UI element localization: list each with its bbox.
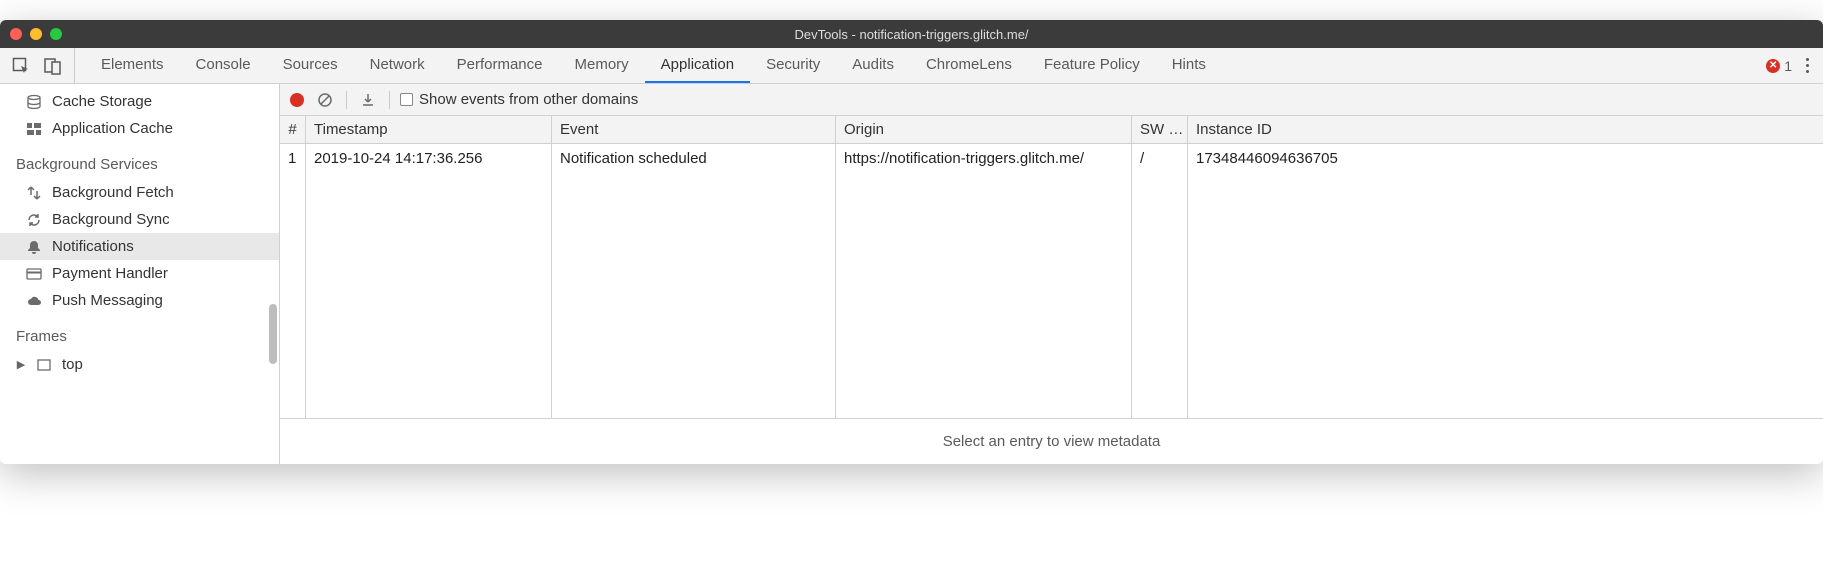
sidebar-item-label: Payment Handler	[52, 265, 168, 282]
tab-hints[interactable]: Hints	[1156, 48, 1222, 83]
main-tabbar: Elements Console Sources Network Perform…	[0, 48, 1823, 84]
more-menu-icon[interactable]	[1802, 54, 1813, 77]
tab-performance[interactable]: Performance	[441, 48, 559, 83]
tab-feature-policy[interactable]: Feature Policy	[1028, 48, 1156, 83]
traffic-lights	[10, 28, 62, 40]
sidebar-scrollbar[interactable]	[269, 304, 277, 364]
events-toolbar: Show events from other domains	[280, 84, 1823, 116]
devtools-window: DevTools - notification-triggers.glitch.…	[0, 20, 1823, 464]
main-content: Show events from other domains # Timesta…	[280, 84, 1823, 464]
sidebar-heading-frames: Frames	[0, 314, 279, 351]
card-icon	[26, 266, 42, 282]
sidebar-item-payment-handler[interactable]: Payment Handler	[0, 260, 279, 287]
tab-memory[interactable]: Memory	[559, 48, 645, 83]
sidebar-item-label: Background Fetch	[52, 184, 174, 201]
th-event[interactable]: Event	[552, 116, 836, 143]
th-origin[interactable]: Origin	[836, 116, 1132, 143]
error-icon: ✕	[1766, 59, 1780, 73]
clear-icon[interactable]	[314, 89, 336, 111]
table-body: 1 2019-10-24 14:17:36.256 Notification s…	[280, 144, 1823, 419]
th-timestamp[interactable]: Timestamp	[306, 116, 552, 143]
cell-origin[interactable]: https://notification-triggers.glitch.me/	[836, 144, 1132, 418]
grid-icon	[26, 121, 42, 137]
sidebar-item-label: Push Messaging	[52, 292, 163, 309]
panel-tabs: Elements Console Sources Network Perform…	[85, 48, 1222, 83]
table-header: # Timestamp Event Origin SW … Instance I…	[280, 116, 1823, 144]
events-table: # Timestamp Event Origin SW … Instance I…	[280, 116, 1823, 464]
sidebar-item-label: Notifications	[52, 238, 134, 255]
cloud-icon	[26, 293, 42, 309]
cell-number[interactable]: 1	[280, 144, 306, 418]
tab-console[interactable]: Console	[180, 48, 267, 83]
toolbar-divider	[346, 91, 347, 109]
tab-security[interactable]: Security	[750, 48, 836, 83]
sidebar-item-label: Background Sync	[52, 211, 170, 228]
cell-timestamp[interactable]: 2019-10-24 14:17:36.256	[306, 144, 552, 418]
record-button[interactable]	[290, 93, 304, 107]
sidebar-item-frame-top[interactable]: ▶ top	[0, 351, 279, 378]
maximize-window-button[interactable]	[50, 28, 62, 40]
th-instance-id[interactable]: Instance ID	[1188, 116, 1823, 143]
tab-sources[interactable]: Sources	[267, 48, 354, 83]
checkbox-label: Show events from other domains	[419, 91, 638, 108]
th-sw-scope[interactable]: SW …	[1132, 116, 1188, 143]
close-window-button[interactable]	[10, 28, 22, 40]
database-icon	[26, 94, 42, 110]
tabbar-tools	[10, 48, 75, 83]
cell-sw-scope[interactable]: /	[1132, 144, 1188, 418]
frame-icon	[36, 357, 52, 373]
sidebar-item-push-messaging[interactable]: Push Messaging	[0, 287, 279, 314]
bell-icon	[26, 239, 42, 255]
sidebar-item-application-cache[interactable]: Application Cache	[0, 115, 279, 142]
tab-network[interactable]: Network	[354, 48, 441, 83]
toolbar-divider	[389, 91, 390, 109]
download-icon[interactable]	[357, 89, 379, 111]
inspect-element-icon[interactable]	[10, 55, 32, 77]
tree-toggle-icon[interactable]: ▶	[16, 358, 26, 371]
application-sidebar: Cache Storage Application Cache Backgrou…	[0, 84, 280, 464]
titlebar: DevTools - notification-triggers.glitch.…	[0, 20, 1823, 48]
panel-body: Cache Storage Application Cache Backgrou…	[0, 84, 1823, 464]
sidebar-item-cache-storage[interactable]: Cache Storage	[0, 88, 279, 115]
sidebar-item-label: Cache Storage	[52, 93, 152, 110]
error-count: 1	[1784, 58, 1792, 74]
sidebar-item-label: top	[62, 356, 83, 373]
tab-elements[interactable]: Elements	[85, 48, 180, 83]
sidebar-item-background-sync[interactable]: Background Sync	[0, 206, 279, 233]
sidebar-item-background-fetch[interactable]: Background Fetch	[0, 179, 279, 206]
error-badge[interactable]: ✕ 1	[1766, 58, 1792, 74]
metadata-hint: Select an entry to view metadata	[280, 419, 1823, 464]
tab-audits[interactable]: Audits	[836, 48, 910, 83]
sidebar-item-label: Application Cache	[52, 120, 173, 137]
minimize-window-button[interactable]	[30, 28, 42, 40]
tab-application[interactable]: Application	[645, 48, 750, 83]
sidebar-item-notifications[interactable]: Notifications	[0, 233, 279, 260]
cell-instance-id[interactable]: 17348446094636705	[1188, 144, 1823, 418]
tabbar-right: ✕ 1	[1766, 54, 1813, 77]
window-title: DevTools - notification-triggers.glitch.…	[794, 27, 1028, 42]
th-number[interactable]: #	[280, 116, 306, 143]
sidebar-heading-background-services: Background Services	[0, 142, 279, 179]
show-other-domains-checkbox[interactable]: Show events from other domains	[400, 91, 638, 108]
tab-chromelens[interactable]: ChromeLens	[910, 48, 1028, 83]
device-toolbar-icon[interactable]	[42, 55, 64, 77]
fetch-icon	[26, 185, 42, 201]
checkbox-box[interactable]	[400, 93, 413, 106]
cell-event[interactable]: Notification scheduled	[552, 144, 836, 418]
sync-icon	[26, 212, 42, 228]
